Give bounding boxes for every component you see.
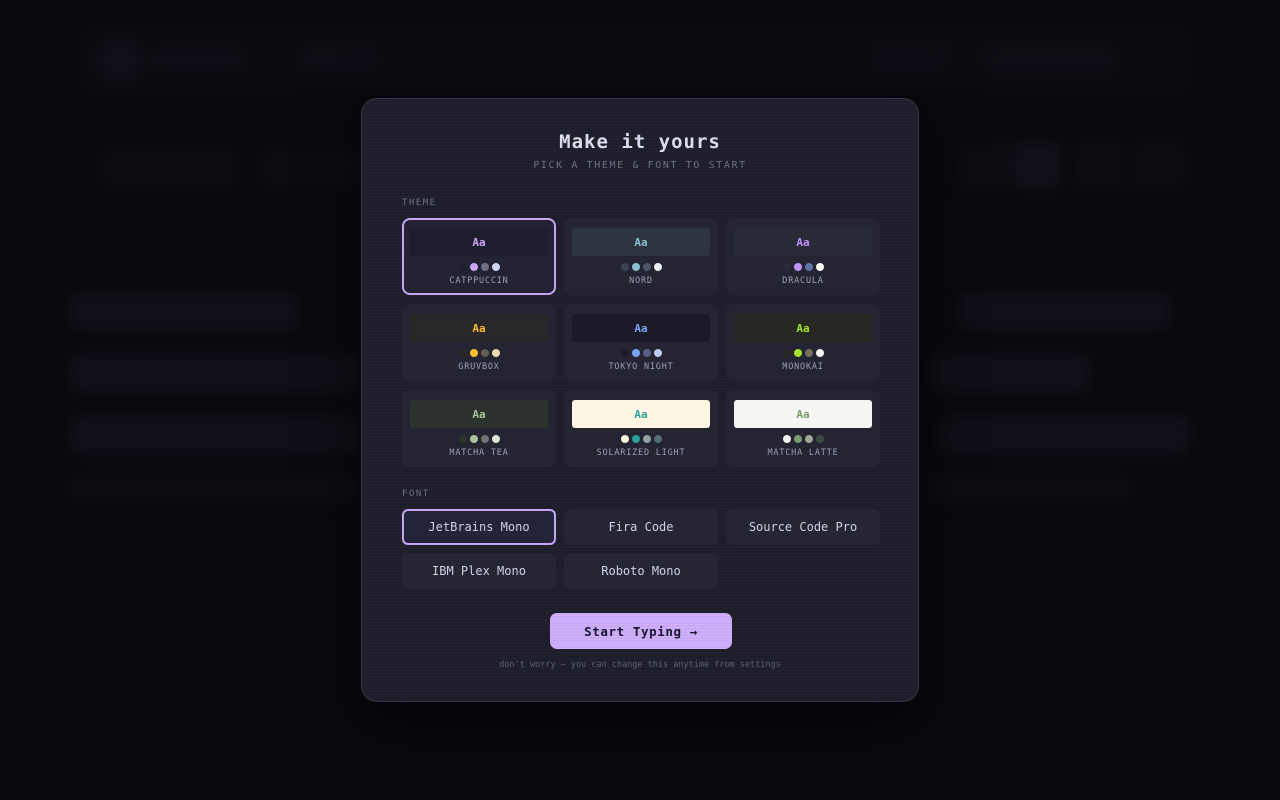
theme-preview: Aa [410,400,548,428]
color-swatch [480,349,489,357]
theme-preview: Aa [734,228,872,256]
theme-grid: Aa CATPPUCCIN Aa NORD Aa DRACULA Aa GRUVBOX Aa TO… [402,218,880,467]
theme-swatches [728,435,878,443]
font-section-label: FONT [402,489,430,499]
color-swatch [782,349,791,357]
settings-footnote: don't worry — you can change this anytim… [499,660,781,670]
theme-section-label: THEME [402,198,437,208]
theme-swatches [566,435,716,443]
theme-preview: Aa [410,228,548,256]
theme-swatches [728,349,878,357]
theme-preview: Aa [572,228,710,256]
color-swatch [458,263,467,271]
color-swatch [458,435,467,443]
color-swatch [804,349,813,357]
color-swatch [620,349,629,357]
theme-name: DRACULA [782,276,824,286]
color-swatch [620,263,629,271]
theme-card-solarized-light[interactable]: Aa SOLARIZED LIGHT [564,390,718,467]
font-option-fira-code[interactable]: Fira Code [564,509,718,545]
theme-name: CATPPUCCIN [449,276,509,286]
theme-swatches [566,349,716,357]
color-swatch [469,435,478,443]
color-swatch [469,349,478,357]
color-swatch [804,263,813,271]
theme-preview: Aa [734,400,872,428]
theme-swatches [404,435,554,443]
color-swatch [653,435,662,443]
color-swatch [491,263,500,271]
theme-name: MATCHA TEA [449,448,509,458]
modal-title: Make it yours [559,131,721,153]
theme-preview: Aa [572,314,710,342]
color-swatch [620,435,629,443]
onboarding-modal: Make it yours PICK A THEME & FONT TO STA… [361,98,919,702]
font-option-jetbrains-mono[interactable]: JetBrains Mono [402,509,556,545]
color-swatch [653,263,662,271]
color-swatch [782,435,791,443]
color-swatch [793,263,802,271]
color-swatch [491,349,500,357]
theme-name: NORD [629,276,653,286]
theme-name: TOKYO NIGHT [608,362,674,372]
theme-name: SOLARIZED LIGHT [596,448,686,458]
color-swatch [631,263,640,271]
theme-preview: Aa [734,314,872,342]
font-option-roboto-mono[interactable]: Roboto Mono [564,553,718,589]
theme-card-dracula[interactable]: Aa DRACULA [726,218,880,295]
theme-swatches [404,263,554,271]
font-option-source-code-pro[interactable]: Source Code Pro [726,509,880,545]
theme-card-monokai[interactable]: Aa MONOKAI [726,304,880,381]
theme-swatches [728,263,878,271]
color-swatch [642,263,651,271]
theme-card-matcha-tea[interactable]: Aa MATCHA TEA [402,390,556,467]
color-swatch [469,263,478,271]
color-swatch [491,435,500,443]
color-swatch [480,435,489,443]
theme-card-matcha-latte[interactable]: Aa MATCHA LATTE [726,390,880,467]
theme-name: MATCHA LATTE [767,448,839,458]
theme-swatches [404,349,554,357]
color-swatch [793,435,802,443]
font-grid: JetBrains Mono Fira Code Source Code Pro IB… [402,509,880,589]
theme-preview: Aa [572,400,710,428]
color-swatch [631,435,640,443]
font-option-ibm-plex-mono[interactable]: IBM Plex Mono [402,553,556,589]
color-swatch [642,435,651,443]
color-swatch [458,349,467,357]
start-typing-button[interactable]: Start Typing → [550,613,732,649]
color-swatch [631,349,640,357]
color-swatch [653,349,662,357]
theme-name: GRUVBOX [458,362,500,372]
color-swatch [815,435,824,443]
theme-card-nord[interactable]: Aa NORD [564,218,718,295]
theme-swatches [566,263,716,271]
theme-card-gruvbox[interactable]: Aa GRUVBOX [402,304,556,381]
theme-card-catppuccin[interactable]: Aa CATPPUCCIN [402,218,556,295]
theme-preview: Aa [410,314,548,342]
color-swatch [815,349,824,357]
theme-name: MONOKAI [782,362,824,372]
modal-subtitle: PICK A THEME & FONT TO START [533,160,747,171]
color-swatch [815,263,824,271]
theme-card-tokyo-night[interactable]: Aa TOKYO NIGHT [564,304,718,381]
color-swatch [642,349,651,357]
color-swatch [804,435,813,443]
color-swatch [782,263,791,271]
color-swatch [793,349,802,357]
color-swatch [480,263,489,271]
